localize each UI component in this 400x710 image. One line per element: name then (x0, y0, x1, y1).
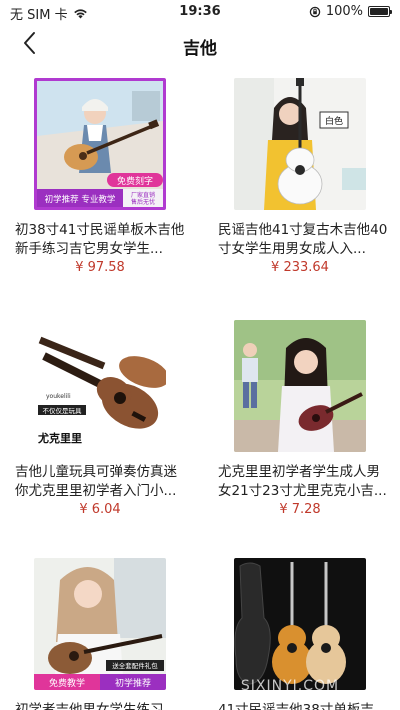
product-price: ¥ 97.58 (75, 260, 125, 275)
badge-accessories: 送全套配件礼包 (112, 661, 158, 670)
status-right: 100% (309, 4, 392, 19)
svg-text:youkelili: youkelili (46, 393, 71, 400)
badge-beginner-teaching: 初学推荐 专业教学 (45, 194, 116, 205)
product-image: youkelili 不仅仅是玩具 尤克里里 (34, 320, 166, 452)
product-title: 初38寸41寸民谣单板木吉他新手练习吉它男女学生... (15, 222, 185, 257)
battery-icon (368, 6, 392, 17)
product-image (234, 320, 366, 452)
battery-percent: 100% (325, 4, 363, 19)
badge-free-engraving: 免费刻字 (117, 175, 153, 187)
product-title: 41寸民谣吉他38寸单板吉他... (218, 702, 374, 710)
battery-level (370, 8, 388, 15)
badge-free-teaching: 免费教学 (49, 677, 85, 689)
product-price: ¥ 6.04 (79, 502, 121, 517)
product-title: 初学者吉他男女学生练习用... (15, 702, 164, 710)
ukulele-caption: 尤克里里 (37, 431, 82, 445)
badge-factory-direct: 厂家直销 (131, 191, 155, 199)
product-image: 送全套配件礼包 免费教学 初学推荐 (34, 558, 166, 690)
product-image (234, 558, 366, 690)
badge-after-sales: 售后无忧 (131, 198, 155, 206)
product-title: 民谣吉他41寸复古木吉他40寸女学生用男女成人入... (218, 222, 388, 257)
nav-bar: 吉他 (0, 24, 400, 68)
toy-tag: 不仅仅是玩具 (43, 406, 83, 415)
product-price: ¥ 7.28 (279, 502, 321, 517)
product-image: 免费刻字 初学推荐 专业教学 厂家直销 售后无忧 (34, 78, 166, 210)
badge-beginner-pick: 初学推荐 (115, 677, 151, 689)
status-bar: 无 SIM 卡 19:36 100% (0, 0, 400, 24)
watermark: · SJXINYI.COM (230, 678, 340, 694)
product-image: 白色 (234, 78, 366, 210)
color-tag: 白色 (325, 115, 343, 127)
product-price: ¥ 233.64 (271, 260, 329, 275)
product-title: 尤克里里初学者学生成人男女21寸23寸尤里克克小吉... (218, 464, 387, 499)
product-title: 吉他儿童玩具可弹奏仿真迷你尤克里里初学者入门小... (15, 464, 177, 499)
page-title: 吉他 (183, 39, 217, 59)
orientation-lock-icon (309, 6, 321, 17)
